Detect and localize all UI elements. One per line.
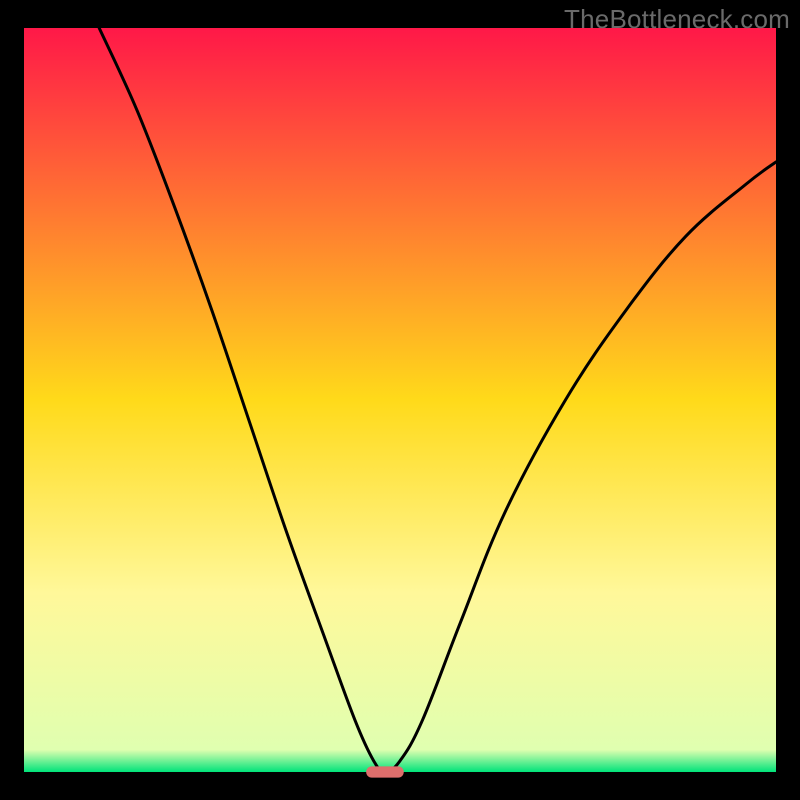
optimum-marker [366, 766, 404, 777]
watermark-text: TheBottleneck.com [564, 4, 790, 35]
bottleneck-chart: TheBottleneck.com [0, 0, 800, 800]
plot-area [24, 28, 776, 772]
chart-svg [0, 0, 800, 800]
